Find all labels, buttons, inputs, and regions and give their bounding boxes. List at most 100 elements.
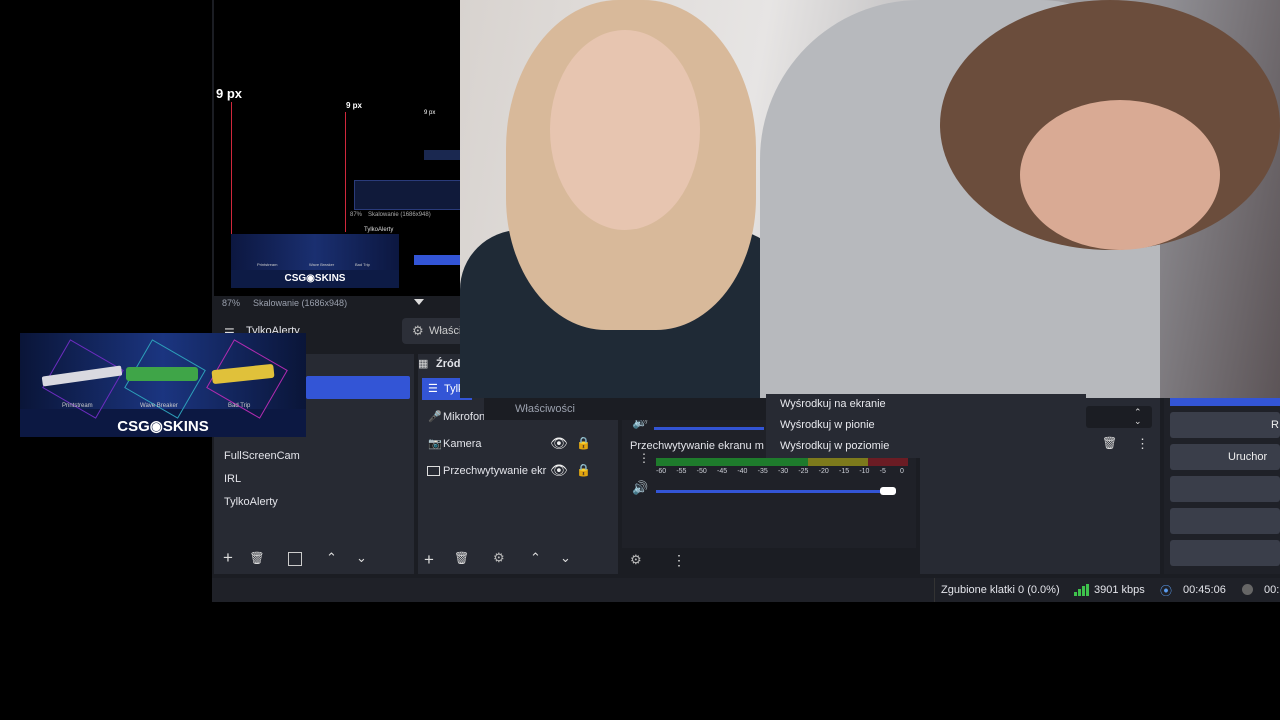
- weapon-name-1: Printstream: [62, 403, 93, 409]
- monitor-icon: [427, 466, 440, 476]
- alert-card-overlay: Printstream Wave Breaker Bad Trip CSG◉SK…: [20, 333, 306, 437]
- vu-meter: [656, 458, 908, 466]
- record-time: 00:: [1264, 584, 1280, 596]
- trash-icon[interactable]: 🗑: [1102, 436, 1117, 450]
- context-properties-item[interactable]: Właściwości: [515, 403, 575, 415]
- filter-icon[interactable]: [288, 552, 302, 566]
- camera-icon: 📷: [428, 438, 442, 450]
- gear-icon: ⚙: [412, 323, 424, 338]
- source-label-kamera: Kamera: [443, 438, 482, 450]
- weapon-gun-2: [126, 367, 198, 381]
- list-icon: ☰: [428, 383, 438, 395]
- chevron-down-icon[interactable]: [414, 299, 424, 305]
- scene-item-tylkoalerty[interactable]: TylkoAlerty: [224, 496, 278, 508]
- controls-dock: R Uruchor: [1164, 398, 1280, 574]
- lock-icon[interactable]: 🔒: [576, 463, 591, 477]
- status-bar: Zgubione klatki 0 (0.0%) 3901 kbps ⦿ 00:…: [212, 578, 1280, 602]
- vu-tick-label: -55: [676, 468, 687, 475]
- vu-tick-label: 0: [900, 468, 904, 475]
- vu-tick-label: -50: [696, 468, 707, 475]
- vu-ticks: -60 -55 -50 -45 -40 -35 -30 -25 -20 -15 -10 -5 0: [656, 468, 908, 478]
- vu-tick-label: -5: [879, 468, 886, 475]
- vu-tick-label: -40: [737, 468, 748, 475]
- kebab-menu-icon[interactable]: ⋮: [672, 552, 686, 569]
- signal-icon: [1074, 584, 1089, 596]
- kebab-menu-icon[interactable]: ⋮: [1136, 436, 1149, 452]
- volume-slider-handle[interactable]: [880, 487, 896, 495]
- gear-icon[interactable]: ⚙: [630, 552, 642, 568]
- sources-dock-icon: ▦: [418, 358, 429, 370]
- volume-slider-1[interactable]: [654, 427, 764, 430]
- source-label-mikrofon: Mikrofon: [443, 411, 486, 423]
- chevron-up-icon[interactable]: ⌃: [326, 550, 337, 566]
- transition-select[interactable]: ⌃ ⌄: [1086, 406, 1152, 428]
- scaling-label: Skalowanie (1686x948): [253, 298, 348, 308]
- chevron-up-icon[interactable]: ⌃: [530, 550, 541, 566]
- control-button-1-label: R: [1271, 419, 1279, 431]
- source-item-kamera[interactable]: 📷 Kamera 👁 🔒: [426, 435, 616, 455]
- stream-time: 00:45:06: [1183, 584, 1226, 596]
- weapon-name-3: Bad Trip: [228, 403, 251, 409]
- add-icon[interactable]: +: [220, 548, 236, 567]
- zoom-level: 87%: [222, 298, 241, 308]
- control-button-3[interactable]: [1170, 476, 1280, 502]
- control-button-5[interactable]: [1170, 540, 1280, 566]
- vu-tick-label: -25: [798, 468, 809, 475]
- control-button-4[interactable]: [1170, 508, 1280, 534]
- chevron-updown-icon: ⌃ ⌄: [1134, 407, 1142, 426]
- guide-line-inner: [345, 112, 346, 232]
- scene-item-fullscreencam[interactable]: FullScreenCam: [224, 450, 300, 462]
- source-label-screen: Przechwytywanie ekr: [443, 465, 547, 477]
- speaker-icon[interactable]: 🔊: [632, 480, 648, 496]
- bitrate: 3901 kbps: [1094, 584, 1145, 596]
- control-button-1[interactable]: R: [1170, 412, 1280, 438]
- preview-card-weapon-2: Wave Breaker: [309, 262, 335, 267]
- vu-tick-label: -30: [778, 468, 789, 475]
- preview-status-bar: 87% Skalowanie (1686x948): [214, 296, 460, 312]
- context-item-center-horizontal[interactable]: Wyśrodkuj w poziomie: [766, 436, 1086, 457]
- mixer-footer: ⚙ ⋮: [622, 548, 916, 574]
- chevron-down-icon[interactable]: ⌄: [560, 550, 571, 566]
- chevron-down-icon[interactable]: ⌄: [356, 550, 367, 566]
- context-menu-left: Właściwości: [484, 398, 766, 420]
- nested-zoom: 87%: [350, 212, 363, 218]
- kebab-menu-icon[interactable]: ⋮: [638, 452, 650, 464]
- nested-scaling: Skalowanie (1686x948): [368, 212, 431, 218]
- broadcast-icon: ⦿: [1160, 584, 1173, 598]
- eye-icon[interactable]: 👁: [550, 462, 568, 479]
- context-item-center-screen[interactable]: Wyśrodkuj na ekranie: [766, 394, 1086, 415]
- add-icon[interactable]: +: [424, 550, 434, 570]
- scenes-footer: + 🗑 ⌃ ⌄: [214, 548, 414, 574]
- trash-icon[interactable]: 🗑: [249, 551, 264, 565]
- source-item-screen[interactable]: Przechwytywanie ekr 👁 🔒: [426, 462, 616, 482]
- lock-icon[interactable]: 🔒: [576, 436, 591, 450]
- nested-label: TylkoAlerty: [364, 227, 394, 233]
- volume-slider-2[interactable]: [656, 490, 896, 493]
- context-item-center-vertical[interactable]: Wyśrodkuj w pionie: [766, 415, 1086, 436]
- scenes-selected-row[interactable]: [306, 376, 410, 399]
- vu-tick-label: -45: [717, 468, 728, 475]
- trash-icon[interactable]: 🗑: [454, 551, 469, 565]
- gear-icon[interactable]: ⚙: [493, 550, 505, 566]
- eye-icon[interactable]: 👁: [550, 435, 568, 452]
- mixer-track-label: Przechwytywanie ekranu m: [630, 440, 764, 452]
- control-button-2[interactable]: Uruchor: [1170, 444, 1280, 470]
- vu-tick-label: -20: [818, 468, 829, 475]
- preview-canvas[interactable]: 9 px 9 px 9 px 87% Skalowanie (1686x948)…: [214, 0, 460, 296]
- control-button-2-label: Uruchor: [1228, 451, 1268, 463]
- brand-logo: CSG◉SKINS: [117, 418, 209, 435]
- preview-card-brand: CSG◉SKINS: [284, 273, 346, 284]
- weapon-name-2: Wave Breaker: [140, 403, 178, 409]
- vu-tick-label: -15: [839, 468, 850, 475]
- scene-item-irl[interactable]: IRL: [224, 473, 241, 485]
- px-label-big: 9 px: [216, 86, 243, 101]
- microphone-icon: 🎤: [428, 411, 442, 423]
- context-menu-right: Wyśrodkuj na ekranie Wyśrodkuj w pionie …: [766, 394, 1086, 458]
- preview-alert-card: CSG◉SKINS Printstream Wave Breaker Bad T…: [231, 234, 399, 288]
- vu-tick-label: -60: [656, 468, 667, 475]
- dropped-frames: Zgubione klatki 0 (0.0%): [941, 584, 1060, 596]
- px-label-mid: 9 px: [346, 101, 363, 110]
- preview-card-weapon-1: Printstream: [257, 262, 278, 267]
- record-dot-icon: [1242, 584, 1253, 595]
- vu-tick-label: -35: [757, 468, 768, 475]
